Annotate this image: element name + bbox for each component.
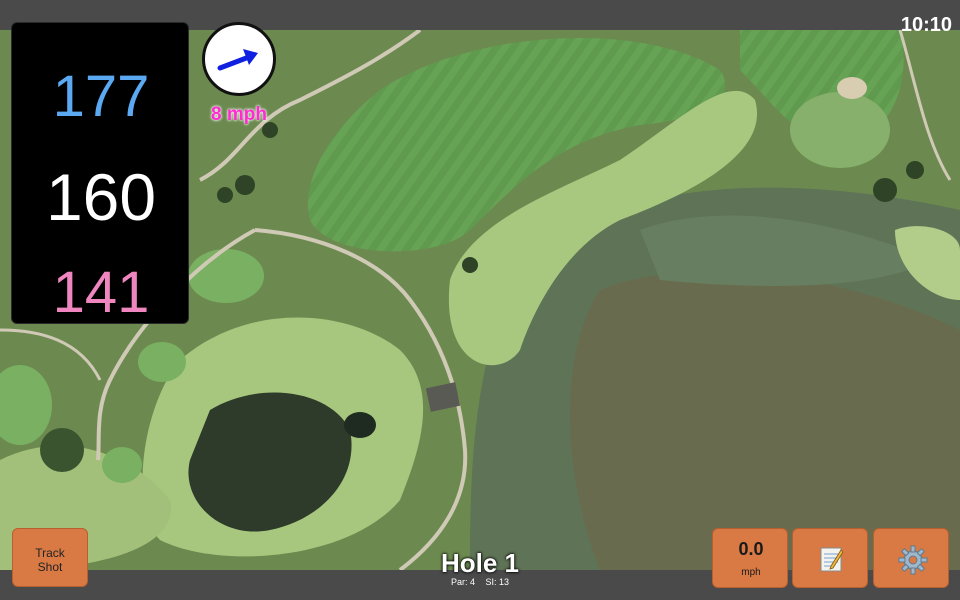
clock: 10:10: [900, 14, 952, 36]
wind-direction-indicator: [202, 22, 276, 96]
hole-title: Hole 1: [440, 548, 520, 578]
hole-info: Par: 4 SI: 13: [400, 577, 560, 587]
speed-button[interactable]: 0.0 mph: [712, 528, 788, 588]
speed-value: 0.0: [738, 539, 764, 559]
wind-direction-arrow-icon: [217, 49, 258, 71]
track-shot-button[interactable]: Track Shot: [12, 528, 88, 587]
gear-icon: [898, 545, 928, 575]
back-distance: 177: [52, 64, 150, 129]
track-shot-label-line2: Shot: [37, 560, 63, 574]
front-distance: 141: [52, 260, 150, 325]
distance-panel: 177 160 141: [11, 22, 189, 325]
notes-button[interactable]: [792, 528, 868, 588]
hole-stroke-index: SI: 13: [485, 577, 510, 587]
wind-speed-label: 8 mph: [211, 104, 267, 125]
middle-distance: 160: [45, 160, 157, 234]
hole-par: Par: 4: [450, 577, 475, 587]
track-shot-label-line1: Track: [35, 546, 65, 560]
speed-unit: mph: [741, 567, 761, 578]
notepad-icon: [820, 547, 844, 572]
settings-button[interactable]: [873, 528, 949, 588]
